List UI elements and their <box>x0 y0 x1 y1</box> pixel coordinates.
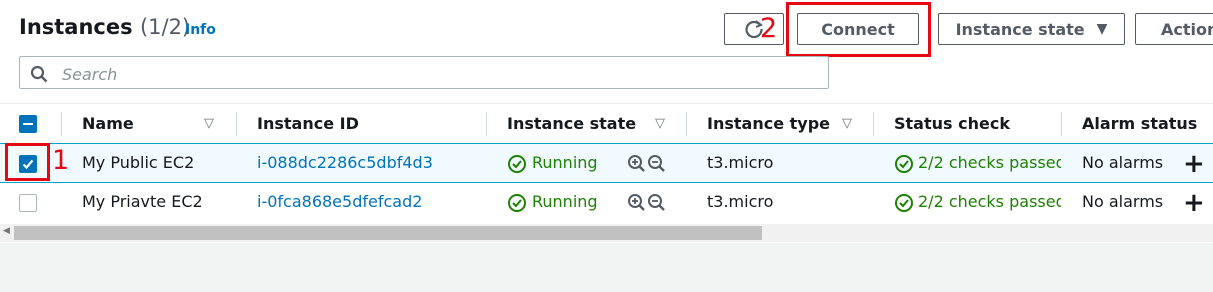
sort-down-icon[interactable]: ▽ <box>842 116 852 131</box>
alarm-status-value: No alarms <box>1082 153 1164 172</box>
horizontal-scrollbar[interactable]: ◀ <box>0 224 1213 242</box>
column-separator <box>1061 112 1062 136</box>
selection-count: (1/2) <box>139 15 191 39</box>
status-check-icon <box>895 194 913 212</box>
row-checkbox[interactable] <box>19 194 37 212</box>
page-title: Instances (1/2) <box>19 15 190 39</box>
instances-panel: Instances (1/2) Info Connect Instance st… <box>0 0 1213 243</box>
search-input[interactable] <box>60 62 804 86</box>
instance-type-value: t3.micro <box>707 192 774 211</box>
instance-id-link[interactable]: i-0fca868e5dfefcad2 <box>257 192 422 211</box>
column-separator <box>61 112 62 136</box>
zoom-out-icon[interactable] <box>647 193 666 212</box>
column-header-instance-state[interactable]: Instance state <box>507 114 636 133</box>
status-check-link[interactable]: 2/2 checks passed <box>918 153 1061 172</box>
zoom-in-icon[interactable] <box>627 193 646 212</box>
scrollbar-thumb[interactable] <box>14 226 762 240</box>
column-header-name[interactable]: Name <box>82 114 134 133</box>
zoom-out-icon[interactable] <box>647 154 666 173</box>
table-header: Name ▽ Instance ID Instance state ▽ Inst… <box>0 103 1213 145</box>
running-check-icon <box>508 194 526 212</box>
caret-down-icon: ▼ <box>1096 21 1108 37</box>
annotation-step-1: 1 <box>52 145 70 176</box>
sort-down-icon[interactable]: ▽ <box>204 116 214 131</box>
instance-state-dropdown[interactable]: Instance state ▼ <box>938 13 1125 45</box>
scroll-left-icon[interactable]: ◀ <box>3 226 10 236</box>
instance-state-value: Running <box>532 192 598 211</box>
add-alarm-icon[interactable]: + <box>1183 151 1205 177</box>
select-all-checkbox[interactable] <box>19 115 37 133</box>
actions-dropdown[interactable]: Actions <box>1135 13 1213 45</box>
sort-down-icon[interactable]: ▽ <box>655 116 665 131</box>
column-header-instance-type[interactable]: Instance type <box>707 114 830 133</box>
table-row[interactable]: My Public EC2 i-088dc2286c5dbf4d3 Runnin… <box>0 143 1213 183</box>
instance-id-link[interactable]: i-088dc2286c5dbf4d3 <box>257 153 433 172</box>
instance-state-value: Running <box>532 153 598 172</box>
running-check-icon <box>508 155 526 173</box>
column-separator <box>236 112 237 136</box>
instance-name: My Priavte EC2 <box>82 192 203 211</box>
instance-type-value: t3.micro <box>707 153 774 172</box>
column-separator <box>686 112 687 136</box>
info-link[interactable]: Info <box>185 22 216 38</box>
alarm-status-value: No alarms <box>1082 192 1164 211</box>
title-text: Instances <box>19 15 133 39</box>
search-field[interactable] <box>19 56 829 89</box>
row-checkbox[interactable] <box>19 155 37 173</box>
instance-state-label: Instance state <box>955 19 1085 39</box>
status-check-icon <box>895 155 913 173</box>
table-row[interactable]: My Priavte EC2 i-0fca868e5dfefcad2 Runni… <box>0 183 1213 223</box>
instance-name: My Public EC2 <box>82 153 195 172</box>
add-alarm-icon[interactable]: + <box>1183 190 1205 216</box>
connect-button[interactable]: Connect <box>797 13 919 45</box>
column-header-instance-id[interactable]: Instance ID <box>257 114 359 133</box>
column-header-alarm-status[interactable]: Alarm status <box>1082 114 1197 133</box>
status-check-link[interactable]: 2/2 checks passed <box>918 192 1061 211</box>
column-header-status-check[interactable]: Status check <box>894 114 1010 133</box>
zoom-in-icon[interactable] <box>627 154 646 173</box>
search-icon <box>30 65 48 83</box>
column-separator <box>486 112 487 136</box>
annotation-step-2: 2 <box>760 13 778 44</box>
column-separator <box>873 112 874 136</box>
actions-label: Actions <box>1161 19 1213 39</box>
